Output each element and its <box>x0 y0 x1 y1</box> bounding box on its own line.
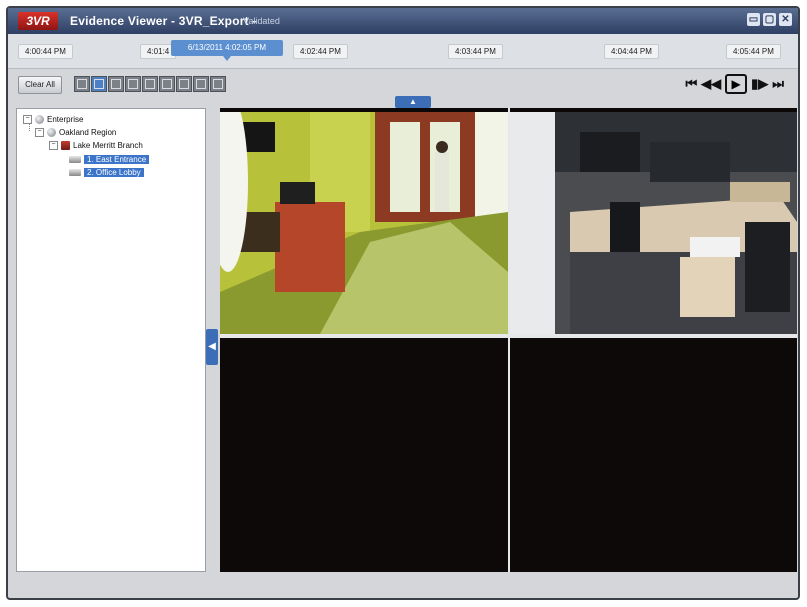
collapse-toolbar-handle[interactable]: ▲ <box>395 96 431 108</box>
tree-node-region[interactable]: − Oakland Region <box>35 128 116 137</box>
3vr-logo: 3VR <box>18 12 58 30</box>
camera-icon <box>69 156 81 163</box>
tree-node-label: Oakland Region <box>59 128 117 137</box>
step-forward-button[interactable]: ▮▶ <box>751 74 768 94</box>
window-controls: ▭ ▢ ✕ <box>747 13 792 26</box>
rewind-button[interactable]: ◀◀ <box>701 74 721 94</box>
collapse-toggle-icon[interactable]: − <box>35 128 44 137</box>
collapse-toggle-icon[interactable]: − <box>49 141 58 150</box>
timeline-bar[interactable]: 4:00:44 PM 4:01:4 4:02:44 PM 4:03:44 PM … <box>8 34 798 69</box>
play-button[interactable]: ▶ <box>725 74 748 94</box>
layout-3x3-icon[interactable] <box>108 76 124 92</box>
layout-1x1-icon[interactable] <box>74 76 90 92</box>
layout-2x2-icon[interactable] <box>91 76 107 92</box>
tree-node-label: Enterprise <box>47 115 84 124</box>
layout-1plus12-icon[interactable] <box>210 76 226 92</box>
tree-connector <box>29 123 30 131</box>
skip-to-start-button[interactable]: ⏮ <box>685 74 697 94</box>
video-tile-east-entrance[interactable] <box>220 112 508 334</box>
layout-5x5-icon[interactable] <box>142 76 158 92</box>
timeline-tick-label: 4:02:44 PM <box>293 44 348 59</box>
timeline-tick-label: 4:05:44 PM <box>726 44 781 59</box>
grid-divider <box>508 108 510 572</box>
playback-controls: ⏮ ◀◀ ▶ ▮▶ ⏭ <box>685 74 784 94</box>
collapse-sidebar-handle[interactable]: ◀ <box>206 329 218 365</box>
tree-node-enterprise[interactable]: − Enterprise <box>23 115 83 124</box>
skip-to-end-button[interactable]: ⏭ <box>772 74 784 94</box>
timeline-cursor[interactable]: 6/13/2011 4:02:05 PM <box>171 40 283 56</box>
layout-6x6-icon[interactable] <box>159 76 175 92</box>
layout-1plus5-icon[interactable] <box>176 76 192 92</box>
tree-node-camera-east-entrance[interactable]: 1. East Entrance <box>69 155 150 164</box>
video-tile-empty[interactable] <box>220 338 508 572</box>
validation-status: Validated <box>243 16 280 26</box>
video-grid <box>220 108 797 572</box>
layout-4x4-icon[interactable] <box>125 76 141 92</box>
branch-building-icon <box>61 141 70 150</box>
camera-icon <box>69 169 81 176</box>
minimize-button[interactable]: ▭ <box>747 13 760 26</box>
clear-all-button[interactable]: Clear All <box>18 76 62 94</box>
tree-node-camera-office-lobby[interactable]: 2. Office Lobby <box>69 168 144 177</box>
layout-selector <box>74 76 226 92</box>
tree-node-label: Lake Merritt Branch <box>73 141 143 150</box>
enterprise-globe-icon <box>35 115 44 124</box>
timeline-tick-label: 4:03:44 PM <box>448 44 503 59</box>
video-tile-empty[interactable] <box>510 338 797 572</box>
evidence-viewer-window: 3VR Evidence Viewer - 3VR_Export - Valid… <box>6 6 800 600</box>
tree-node-label: 1. East Entrance <box>84 155 150 164</box>
office-lobby-video-frame <box>510 112 797 334</box>
collapse-toggle-icon[interactable]: − <box>23 115 32 124</box>
timeline-tick-label: 4:00:44 PM <box>18 44 73 59</box>
maximize-button[interactable]: ▢ <box>763 13 776 26</box>
title-bar[interactable]: 3VR Evidence Viewer - 3VR_Export - Valid… <box>8 8 798 34</box>
camera-tree-panel: − Enterprise − Oakland Region − Lake Mer… <box>16 108 206 572</box>
window-title: Evidence Viewer - 3VR_Export - <box>70 14 257 28</box>
tree-node-branch[interactable]: − Lake Merritt Branch <box>49 141 143 150</box>
east-entrance-video-frame <box>220 112 508 334</box>
timeline-cursor-pointer-icon <box>223 56 231 61</box>
video-tile-office-lobby[interactable] <box>510 112 797 334</box>
tree-node-label: 2. Office Lobby <box>84 168 144 177</box>
timeline-tick-label: 4:04:44 PM <box>604 44 659 59</box>
close-button[interactable]: ✕ <box>779 13 792 26</box>
region-globe-icon <box>47 128 56 137</box>
layout-1plus7-icon[interactable] <box>193 76 209 92</box>
